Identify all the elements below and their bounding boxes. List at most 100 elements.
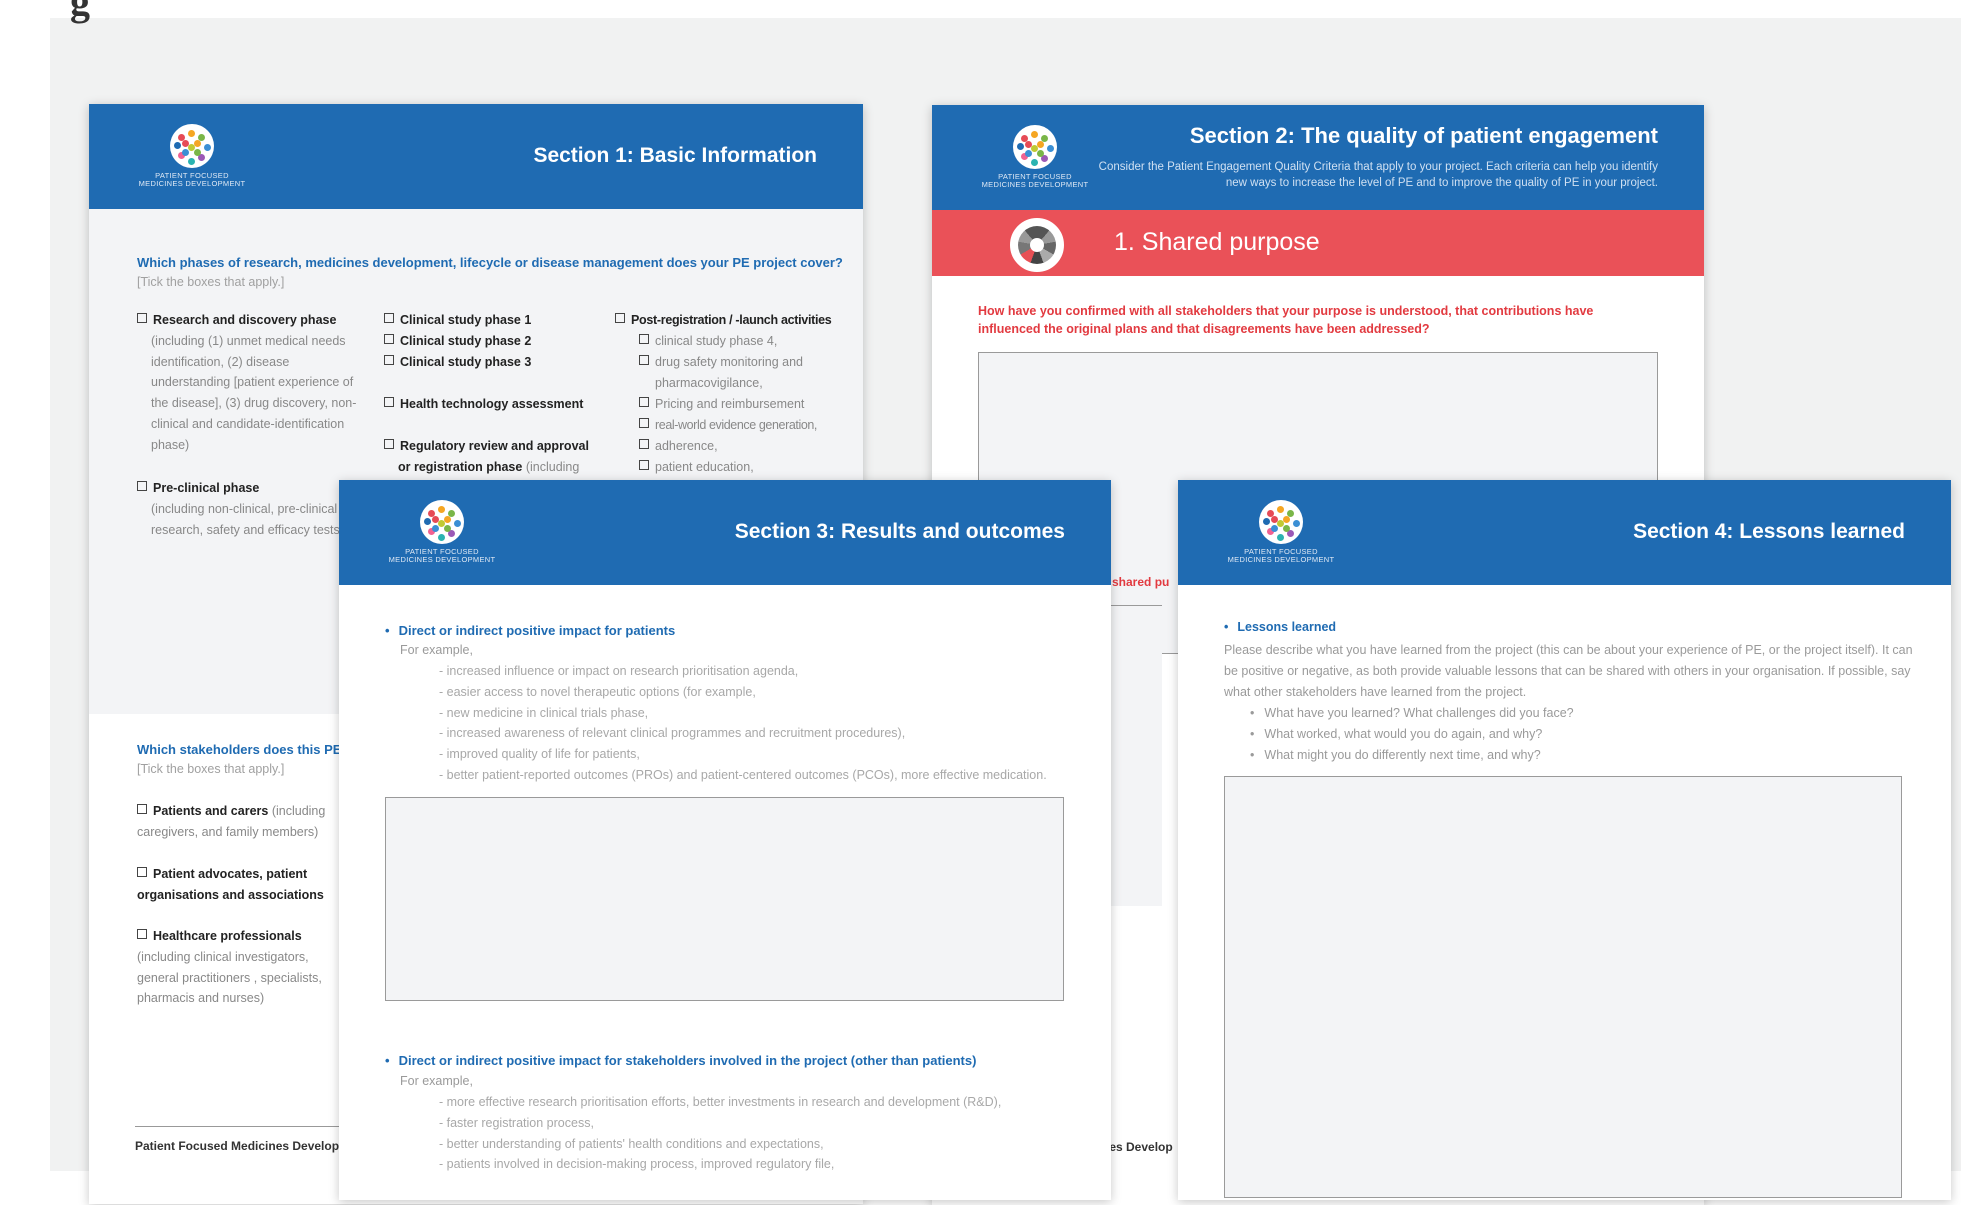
pfmd-logo: PATIENT FOCUSED MEDICINES DEVELOPMENT [1226, 500, 1336, 564]
logo-dot [444, 525, 451, 532]
checkbox[interactable] [384, 439, 394, 449]
lessons-answer-box[interactable] [1224, 776, 1902, 1198]
pfmd-logo: PATIENT FOCUSED MEDICINES DEVELOPMENT [980, 125, 1090, 189]
checkbox[interactable] [137, 481, 147, 491]
logo-dot [438, 506, 445, 513]
phases-hint: [Tick the boxes that apply.] [137, 275, 285, 289]
list-item: What might you do differently next time,… [1250, 745, 1574, 766]
option-post-registration[interactable]: Post-registration / -launch activities [615, 310, 855, 331]
checkbox[interactable] [639, 397, 649, 407]
logo-dot [188, 130, 195, 137]
section3-title: Section 3: Results and outcomes [734, 520, 1065, 543]
section4-title: Section 4: Lessons learned [1633, 520, 1905, 543]
logo-dot [182, 140, 189, 147]
logo-dot [1293, 520, 1300, 527]
logo-dot [1025, 141, 1032, 148]
checkbox[interactable] [639, 334, 649, 344]
logo-dot [194, 149, 201, 156]
checkbox[interactable] [137, 313, 147, 323]
logo-dot [1025, 150, 1032, 157]
shared-purpose-banner: 1. Shared purpose [932, 210, 1704, 276]
logo-dot [1283, 525, 1290, 532]
shared-purpose-question: How have you confirmed with all stakehol… [978, 304, 1594, 336]
logo-dot [1047, 145, 1054, 152]
pfmd-logo-icon [1259, 500, 1303, 544]
logo-dot [188, 158, 195, 165]
logo-dot [182, 149, 189, 156]
post-item[interactable]: clinical study phase 4, [639, 331, 839, 352]
option-phase2[interactable]: Clinical study phase 2 [384, 331, 604, 352]
section1-header: PATIENT FOCUSED MEDICINES DEVELOPMENT Sec… [89, 104, 863, 209]
post-item[interactable]: patient education, [639, 457, 839, 478]
example-label: For example, [400, 643, 473, 657]
option-patients-carers[interactable]: Patients and carers (including caregiver… [137, 801, 347, 843]
logo-dot [1031, 131, 1038, 138]
section3-sheet: PATIENT FOCUSED MEDICINES DEVELOPMENT Sec… [339, 480, 1111, 1200]
section2-title: Section 2: The quality of patient engage… [1189, 123, 1658, 148]
section3-header: PATIENT FOCUSED MEDICINES DEVELOPMENT Sec… [339, 480, 1111, 585]
patients-impact-examples: - increased influence or impact on resea… [439, 664, 1047, 782]
checkbox[interactable] [615, 313, 625, 323]
post-item[interactable]: adherence, [639, 436, 839, 457]
pfmd-logo-icon [420, 500, 464, 544]
logo-dot [432, 516, 439, 523]
logo-dot [432, 525, 439, 532]
stakeholders-hint: [Tick the boxes that apply.] [137, 762, 285, 776]
clipped-heading-fragment: g [70, 0, 90, 24]
section1-title: Section 1: Basic Information [533, 144, 817, 167]
checkbox[interactable] [384, 397, 394, 407]
lessons-heading: Lessons learned [1224, 620, 1336, 634]
section4-header: PATIENT FOCUSED MEDICINES DEVELOPMENT Sec… [1178, 480, 1951, 585]
option-hta[interactable]: Health technology assessment [384, 394, 604, 415]
logo-dot [194, 140, 201, 147]
checkbox[interactable] [137, 867, 147, 877]
list-item: What have you learned? What challenges d… [1250, 703, 1573, 724]
pfmd-logo-icon [170, 124, 214, 168]
option-phase1[interactable]: Clinical study phase 1 [384, 310, 604, 331]
post-item[interactable]: Pricing and reimbursement [639, 394, 839, 415]
checkbox[interactable] [384, 334, 394, 344]
logo-dot [438, 534, 445, 541]
pfmd-logo-icon [1013, 125, 1057, 169]
option-healthcare-professionals[interactable]: Healthcare professionals (including clin… [137, 926, 347, 1009]
option-regulatory[interactable]: Regulatory review and approval or regist… [384, 436, 604, 478]
patients-impact-answer-box[interactable] [385, 797, 1064, 1001]
post-item[interactable]: drug safety monitoring and pharmacovigil… [639, 352, 839, 394]
lessons-bullets: What have you learned? What challenges d… [1250, 703, 1574, 766]
example-label: For example, [400, 1074, 473, 1088]
banner-label: 1. Shared purpose [1114, 228, 1320, 256]
logo-dot [204, 144, 211, 151]
phases-question: Which phases of research, medicines deve… [137, 255, 843, 270]
section1-footer: Patient Focused Medicines Developm [135, 1139, 350, 1153]
option-preclinical[interactable]: Pre-clinical phase (including non-clinic… [137, 478, 357, 540]
section2-footer-fragment: nes Develop [1102, 1140, 1173, 1154]
checkbox[interactable] [137, 929, 147, 939]
checkbox[interactable] [639, 439, 649, 449]
checkbox[interactable] [384, 313, 394, 323]
logo-dot [1263, 518, 1270, 525]
option-research-discovery[interactable]: Research and discovery phase (including … [137, 310, 357, 456]
checkbox[interactable] [639, 460, 649, 470]
logo-dot [1271, 516, 1278, 523]
logo-dot [1277, 506, 1284, 513]
post-item[interactable]: real-world evidence generation, [639, 415, 839, 436]
pfmd-logo: PATIENT FOCUSED MEDICINES DEVELOPMENT [387, 500, 497, 564]
logo-dot [454, 520, 461, 527]
section4-sheet: PATIENT FOCUSED MEDICINES DEVELOPMENT Sec… [1178, 480, 1951, 1200]
logo-dot [444, 516, 451, 523]
option-patient-advocates[interactable]: Patient advocates, patient organisations… [137, 864, 347, 906]
option-phase3[interactable]: Clinical study phase 3 [384, 352, 604, 373]
clipped-question-fragment: e shared pu [1102, 575, 1170, 589]
pfmd-logo: PATIENT FOCUSED MEDICINES DEVELOPMENT [137, 124, 247, 188]
checkbox[interactable] [384, 355, 394, 365]
list-item: What worked, what would you do again, an… [1250, 724, 1574, 745]
checkbox[interactable] [639, 418, 649, 428]
logo-text: PATIENT FOCUSED MEDICINES DEVELOPMENT [388, 547, 496, 564]
logo-dot [424, 518, 431, 525]
section2-header: PATIENT FOCUSED MEDICINES DEVELOPMENT Sec… [932, 105, 1704, 210]
checkbox[interactable] [137, 804, 147, 814]
checkbox[interactable] [639, 355, 649, 365]
logo-dot [1277, 534, 1284, 541]
logo-dot [174, 142, 181, 149]
hidden-answer-box-2[interactable] [1102, 605, 1162, 906]
